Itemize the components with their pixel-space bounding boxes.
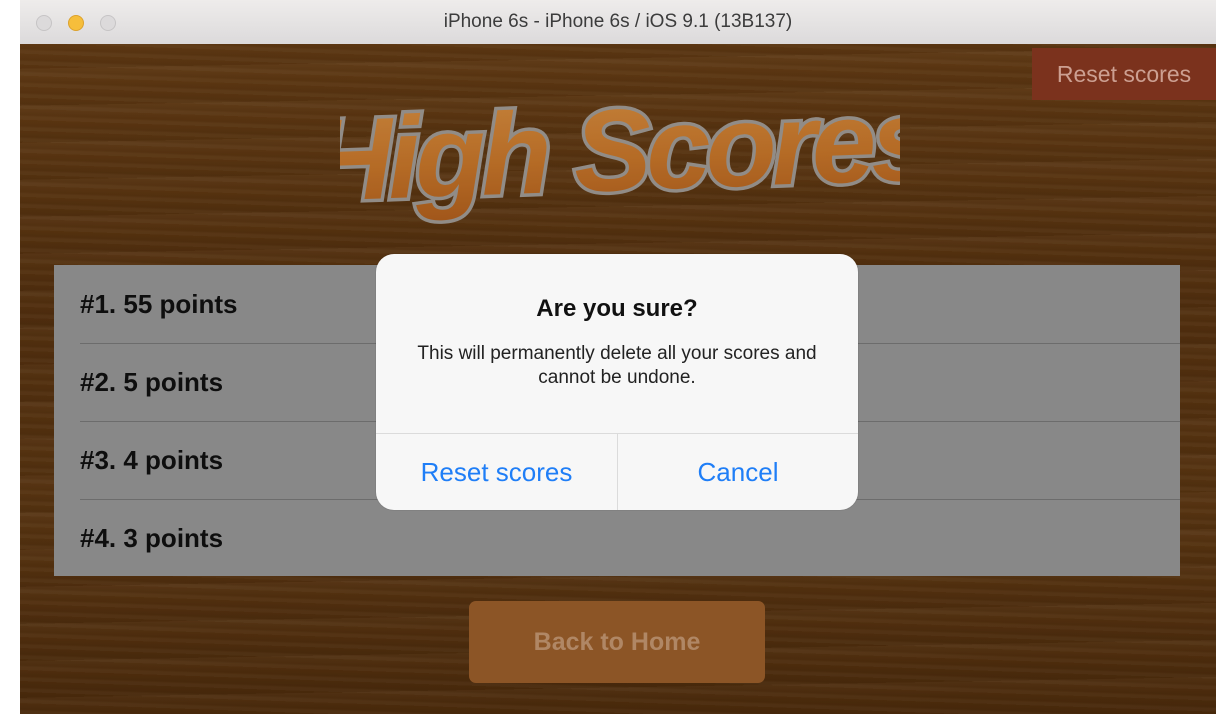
game-screen: High Scores Reset scores #1. 55 points #… — [20, 44, 1216, 714]
window-title: iPhone 6s - iPhone 6s / iOS 9.1 (13B137) — [443, 11, 793, 32]
alert-title: Are you sure? — [536, 295, 698, 322]
alert-reset-scores-button[interactable]: Reset scores — [376, 434, 617, 510]
simulator-window: iPhone 6s - iPhone 6s / iOS 9.1 (13B137)… — [20, 0, 1216, 714]
alert-cancel-button[interactable]: Cancel — [618, 434, 858, 510]
title-bar: iPhone 6s - iPhone 6s / iOS 9.1 (13B137) — [20, 0, 1216, 45]
alert-message: This will permanently delete all your sc… — [417, 343, 817, 388]
confirm-alert: Are you sure? This will permanently dele… — [376, 254, 858, 510]
